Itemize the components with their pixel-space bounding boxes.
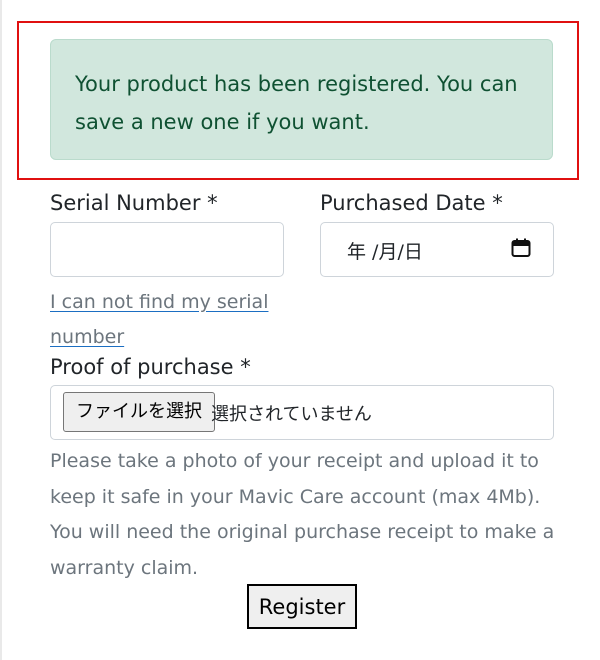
purchased-date-label: Purchased Date * (320, 191, 503, 215)
choose-file-button[interactable]: ファイルを選択 (63, 392, 215, 432)
serial-number-input[interactable] (50, 222, 284, 277)
file-input[interactable]: ファイルを選択 選択されていません (50, 385, 554, 440)
date-placeholder: 年 /月/日 (347, 241, 423, 263)
register-button[interactable]: Register (247, 584, 357, 629)
page-left-border (0, 0, 2, 660)
proof-of-purchase-label: Proof of purchase * (50, 355, 251, 379)
file-status-text: 選択されていません (211, 404, 372, 425)
success-alert: Your product has been registered. You ca… (50, 39, 553, 160)
serial-number-label: Serial Number * (50, 191, 218, 215)
calendar-icon[interactable] (511, 238, 531, 258)
purchased-date-input[interactable]: 年 /月/日 (320, 222, 554, 277)
receipt-help-text: Please take a photo of your receipt and … (50, 450, 555, 579)
serial-help-link[interactable]: I can not find my serial number (50, 285, 290, 355)
